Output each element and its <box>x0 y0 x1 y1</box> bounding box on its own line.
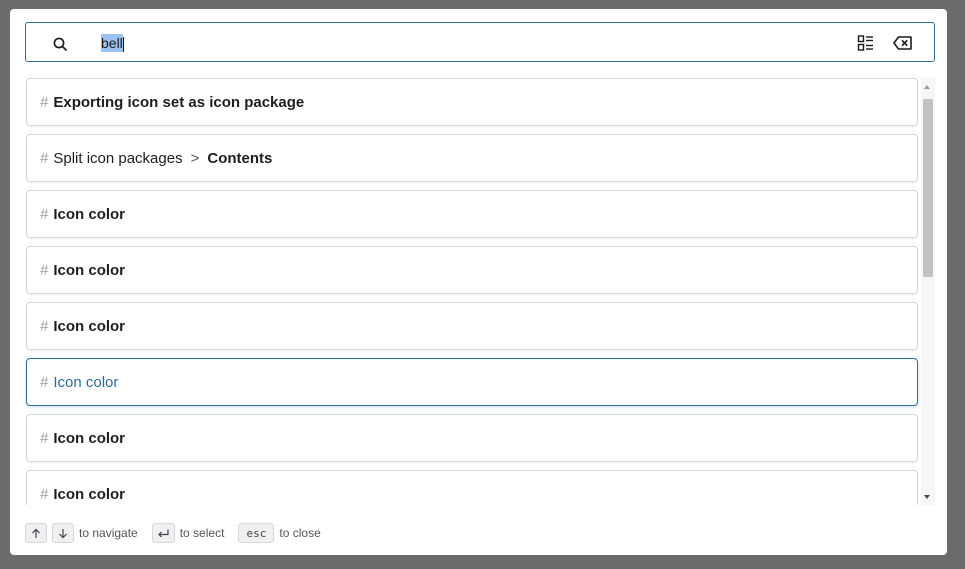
keyboard-hints: to navigate to select esc to close <box>25 520 335 546</box>
search-modal: bell # Exporting icon set as icon package… <box>10 9 947 555</box>
hash-icon: # <box>40 262 49 279</box>
scrollbar-thumb[interactable] <box>923 99 933 277</box>
result-heading: Icon color <box>53 206 126 223</box>
breadcrumb-chevron-icon: > <box>190 150 200 167</box>
result-item[interactable]: # Icon color <box>26 414 918 462</box>
enter-key-icon <box>151 523 175 543</box>
result-heading: Icon color <box>53 262 126 279</box>
result-item[interactable]: # Icon color <box>26 358 918 406</box>
arrow-down-key-icon <box>52 523 74 543</box>
result-title: # Icon color <box>40 429 125 449</box>
result-title: # Exporting icon set as icon package <box>40 93 304 113</box>
arrow-up-key-icon <box>25 523 47 543</box>
hash-icon: # <box>40 150 49 167</box>
search-input[interactable]: bell <box>101 32 124 54</box>
result-item[interactable]: # Exporting icon set as icon package <box>26 78 918 126</box>
result-item[interactable]: # Icon color <box>26 302 918 350</box>
search-results-list: # Exporting icon set as icon package # Spli… <box>25 77 935 505</box>
scroll-down-arrow-icon[interactable] <box>924 495 930 499</box>
search-bar[interactable]: bell <box>25 22 935 62</box>
result-title: # Split icon packages > Contents <box>40 149 272 169</box>
select-hint: to select <box>179 526 225 540</box>
result-item[interactable]: # Icon color <box>26 470 918 505</box>
result-heading: Icon color <box>53 430 126 447</box>
text-caret <box>122 36 124 52</box>
hash-icon: # <box>40 430 49 447</box>
list-view-toggle-icon[interactable] <box>856 33 876 53</box>
result-title: # Icon color <box>40 317 125 337</box>
close-hint: to close <box>279 526 321 540</box>
search-query[interactable]: bell <box>101 34 123 52</box>
result-heading: Icon color <box>53 374 119 391</box>
result-item[interactable]: # Icon color <box>26 246 918 294</box>
result-heading: Icon color <box>53 486 126 503</box>
hash-icon: # <box>40 206 49 223</box>
result-title: # Icon color <box>40 373 118 393</box>
hash-icon: # <box>40 486 49 503</box>
esc-key: esc <box>238 523 275 543</box>
result-heading: Contents <box>207 150 273 167</box>
result-item[interactable]: # Split icon packages > Contents <box>26 134 918 182</box>
hash-icon: # <box>40 374 49 391</box>
clear-search-icon[interactable] <box>892 33 914 53</box>
result-title: # Icon color <box>40 261 125 281</box>
navigate-hint: to navigate <box>79 526 138 540</box>
result-heading: Exporting icon set as icon package <box>53 94 305 111</box>
hash-icon: # <box>40 94 49 111</box>
result-heading: Icon color <box>53 318 126 335</box>
result-breadcrumb-parent: Split icon packages <box>53 150 183 167</box>
results-scrollbar[interactable] <box>921 77 935 505</box>
hash-icon: # <box>40 318 49 335</box>
scroll-up-arrow-icon[interactable] <box>924 85 930 89</box>
search-icon <box>53 37 67 51</box>
result-title: # Icon color <box>40 205 125 225</box>
result-item[interactable]: # Icon color <box>26 190 918 238</box>
result-title: # Icon color <box>40 485 125 505</box>
